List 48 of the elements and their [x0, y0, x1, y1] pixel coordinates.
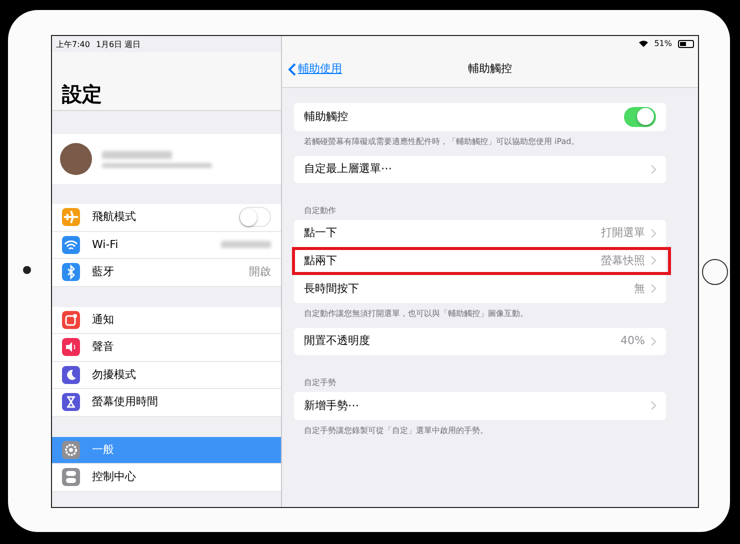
chevron-icon	[651, 256, 656, 266]
profile-row[interactable]	[52, 134, 281, 184]
avatar-placeholder	[60, 143, 92, 175]
back-link[interactable]: 輔助使用	[288, 61, 342, 78]
section-header: 自定動作	[304, 205, 337, 217]
sidebar-item[interactable]: 控制中心	[52, 464, 281, 492]
sidebar-item[interactable]: 藍牙 開啟	[52, 259, 281, 286]
setting-value: 開啟	[249, 264, 271, 280]
setting-row[interactable]: 點一下 打開選單	[294, 220, 666, 248]
sidebar-item[interactable]: 螢幕使用時間	[52, 389, 281, 416]
setting-value: 螢幕快照	[601, 252, 645, 268]
blurred-value	[221, 241, 271, 248]
setting-row[interactable]: 點兩下 螢幕快照	[294, 248, 666, 275]
sidebar-item[interactable]: 飛航模式	[52, 204, 281, 232]
chevron-icon	[651, 284, 656, 294]
section-footer: 自定手勢讓您錄製可從「自定」選單中啟用的手勢。	[304, 424, 656, 436]
setting-value: 無	[634, 280, 645, 296]
nav-title: 輔助觸控	[468, 61, 512, 78]
sidebar-item[interactable]: Wi-Fi	[52, 232, 281, 259]
sidebar-title: 設定	[62, 82, 102, 106]
camera-icon	[23, 266, 31, 274]
battery-icon	[678, 40, 694, 48]
sidebar-item[interactable]: 勿擾模式	[52, 362, 281, 389]
setting-row: 輔助觸控	[294, 103, 666, 130]
setting-value: 40%	[620, 333, 645, 349]
status-date: 1月6日 週日	[96, 39, 141, 49]
sidebar-item[interactable]: 聲音	[52, 334, 281, 362]
status-time: 上午7:40	[56, 39, 90, 49]
battery-percent: 51%	[654, 38, 672, 50]
wifi-signal-icon	[639, 38, 648, 50]
chevron-icon	[651, 336, 656, 346]
chevron-icon	[651, 401, 656, 410]
back-chevron-icon	[288, 63, 296, 76]
blurred-name	[102, 150, 172, 158]
section-footer: 若觸碰螢幕有障礙或需要適應性配件時，「輔助觸控」可以協助您使用 iPad。	[304, 136, 656, 148]
chevron-icon	[651, 228, 656, 238]
toggle-switch[interactable]	[239, 207, 271, 228]
setting-row[interactable]: 長時間按下 無	[294, 275, 666, 302]
section-footer: 自定動作讓您無須打開選單，也可以與「輔助觸控」圖像互動。	[304, 308, 656, 320]
setting-value: 打開選單	[601, 225, 645, 241]
sidebar-item[interactable]: 通知	[52, 306, 281, 334]
chevron-icon	[651, 164, 656, 174]
setting-row[interactable]: 閒置不透明度 40%	[294, 328, 666, 355]
home-button[interactable]	[702, 259, 728, 285]
setting-row[interactable]: 新增手勢⋯	[294, 392, 666, 420]
section-header: 自定手勢	[304, 377, 337, 389]
toggle-switch[interactable]	[624, 106, 656, 127]
setting-row[interactable]: 自定最上層選單⋯	[294, 156, 666, 183]
